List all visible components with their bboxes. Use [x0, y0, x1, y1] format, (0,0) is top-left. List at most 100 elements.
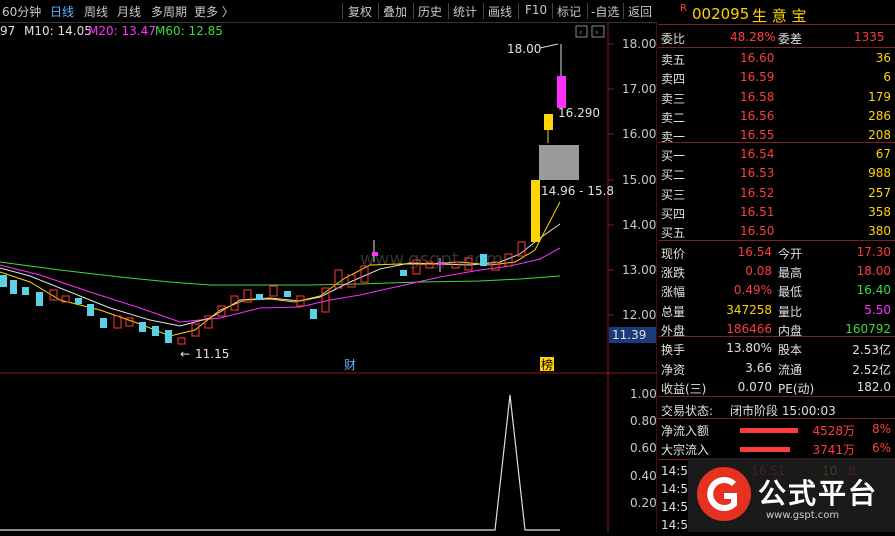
ma60-label: M60: 12.85 [155, 24, 223, 38]
flow-label: 净流入额 [661, 424, 710, 438]
overlay-button[interactable]: 叠加 [383, 3, 407, 20]
flow-bar [740, 428, 798, 433]
ma5-label-partial: 97 [0, 24, 15, 38]
volume-tick: 0.20 [630, 496, 657, 510]
stock-header: R 002095 生 意 宝 [658, 0, 895, 25]
bid-volume: 380 [868, 224, 891, 239]
volume-tick: 0.60 [630, 441, 657, 455]
bid-price[interactable]: 16.54 [740, 147, 774, 161]
bid-label: 买二 [661, 168, 686, 183]
restore-rights-button[interactable]: 复权 [348, 3, 372, 20]
tab-weekly[interactable]: 周线 [84, 3, 108, 20]
chart-collapse-icon[interactable]: › [591, 25, 605, 38]
chart-settings-icon[interactable]: ‹ [575, 25, 588, 38]
fundamentals-label: 收益(三) [661, 382, 707, 396]
tick-time: 14:5 [661, 518, 688, 532]
volume-indicator-line [0, 394, 560, 531]
ask-price[interactable]: 16.58 [740, 90, 774, 104]
fundamentals-value: 13.80% [726, 341, 772, 355]
f10-button[interactable]: F10 [525, 3, 547, 17]
bid-volume: 358 [868, 204, 891, 219]
last-price-annotation: 16.290 [558, 106, 600, 120]
candle-doji [372, 252, 378, 256]
draw-line-button[interactable]: 画线 [488, 3, 512, 20]
flow-label: 大宗流入 [661, 443, 710, 457]
tab-multi-period[interactable]: 多周期 [151, 3, 187, 20]
price-axis: 18.00 17.00 16.00 15.00 14.00 13.00 12.0… [608, 37, 656, 322]
candle-doji [438, 262, 444, 265]
ma10-label: M10: 14.05 [24, 24, 92, 38]
candle-limit-up [531, 180, 540, 242]
high-annotation: 18.00 [507, 42, 541, 56]
bid-label: 买五 [661, 226, 686, 241]
tick-time: 14:5 [661, 500, 688, 514]
rank-marker[interactable]: 榜 [541, 357, 553, 372]
bid-price[interactable]: 16.51 [740, 205, 774, 219]
finance-marker[interactable]: 财 [344, 358, 356, 372]
stock-code: 002095 [692, 5, 750, 23]
ask-price[interactable]: 16.59 [740, 70, 774, 84]
gap-annotation: 14.96 - 15.8 [541, 184, 614, 198]
svg-text:›: › [595, 28, 599, 38]
quote-value: 160792 [845, 321, 891, 336]
volume-tick: 0.40 [630, 469, 657, 483]
ask-price[interactable]: 16.55 [740, 128, 774, 142]
quote-label: 量比 [778, 304, 803, 319]
rights-badge: R [680, 3, 687, 14]
ratio-label: 委比 [661, 32, 686, 46]
fundamentals-label: 净资 [661, 362, 686, 377]
history-button[interactable]: 历史 [418, 3, 442, 20]
candle-down [165, 330, 172, 343]
ask-volume: 208 [868, 128, 891, 143]
statistics-button[interactable]: 统计 [453, 3, 477, 20]
flow-bar [740, 447, 790, 452]
quote-value: 0.49% [733, 283, 772, 298]
period-toolbar: 60分钟 日线 周线 月线 多周期 更多 〉 复权 叠加 历史 统计 画线 F1… [0, 0, 657, 23]
price-tick: 18.00 [622, 37, 656, 51]
candle-last [557, 76, 566, 108]
bid-label: 买四 [661, 206, 686, 221]
flow-value: 3741万 [812, 443, 855, 457]
fundamentals-value: 0.070 [737, 380, 772, 394]
fundamentals-value: 2.52亿 [852, 362, 891, 377]
candle-up [177, 337, 186, 345]
bid-volume: 988 [868, 166, 891, 181]
quote-value: 18.00 [856, 264, 891, 279]
bid-price[interactable]: 16.53 [740, 166, 774, 180]
bid-price[interactable]: 16.50 [740, 224, 774, 238]
quote-label: 最高 [778, 266, 803, 281]
ask-price[interactable]: 16.56 [740, 109, 774, 123]
back-button[interactable]: 返回 [628, 3, 652, 20]
logo-text: 公式平台 [758, 477, 879, 510]
quote-label: 现价 [661, 247, 686, 261]
flow-pct: 6% [871, 441, 891, 455]
volume-axis: 1.00 0.80 0.60 0.40 0.20 [630, 387, 657, 510]
quote-value: 16.54 [737, 245, 772, 259]
quote-value: 347258 [726, 302, 772, 317]
mark-button[interactable]: 标记 [557, 3, 581, 20]
flow-pct: 8% [871, 422, 891, 436]
price-tick: 17.00 [622, 82, 656, 96]
tab-monthly[interactable]: 月线 [117, 3, 141, 20]
add-watchlist-button[interactable]: -自选 [591, 3, 619, 20]
tab-daily[interactable]: 日线 [50, 3, 74, 20]
candle-down [22, 287, 29, 295]
bid-label: 买三 [661, 187, 686, 202]
kline-chart[interactable]: 97 M10: 14.05 M20: 13.47 M60: 12.85 ‹ › … [0, 22, 657, 532]
quote-panel: 委比 48.28% 委差 1335 卖五 16.60 36 卖四 16.59 6 卖… [658, 25, 895, 532]
candle-down [87, 304, 94, 316]
quote-value: 5.50 [864, 302, 891, 317]
more-menu[interactable]: 更多 〉 [194, 3, 234, 20]
fundamentals-value: 3.66 [745, 360, 772, 375]
candle-down [152, 326, 159, 336]
ratio-value: 48.28% [730, 30, 776, 44]
price-tick: 12.00 [622, 308, 656, 322]
quote-value: 16.40 [856, 283, 891, 298]
current-price-tag-text: 11.39 [612, 328, 646, 342]
tab-60min[interactable]: 60分钟 [2, 3, 41, 20]
ask-volume: 36 [875, 51, 891, 65]
candle-down [256, 294, 263, 300]
candle-up [269, 285, 278, 297]
ask-price[interactable]: 16.60 [740, 51, 774, 65]
bid-price[interactable]: 16.52 [740, 186, 774, 200]
